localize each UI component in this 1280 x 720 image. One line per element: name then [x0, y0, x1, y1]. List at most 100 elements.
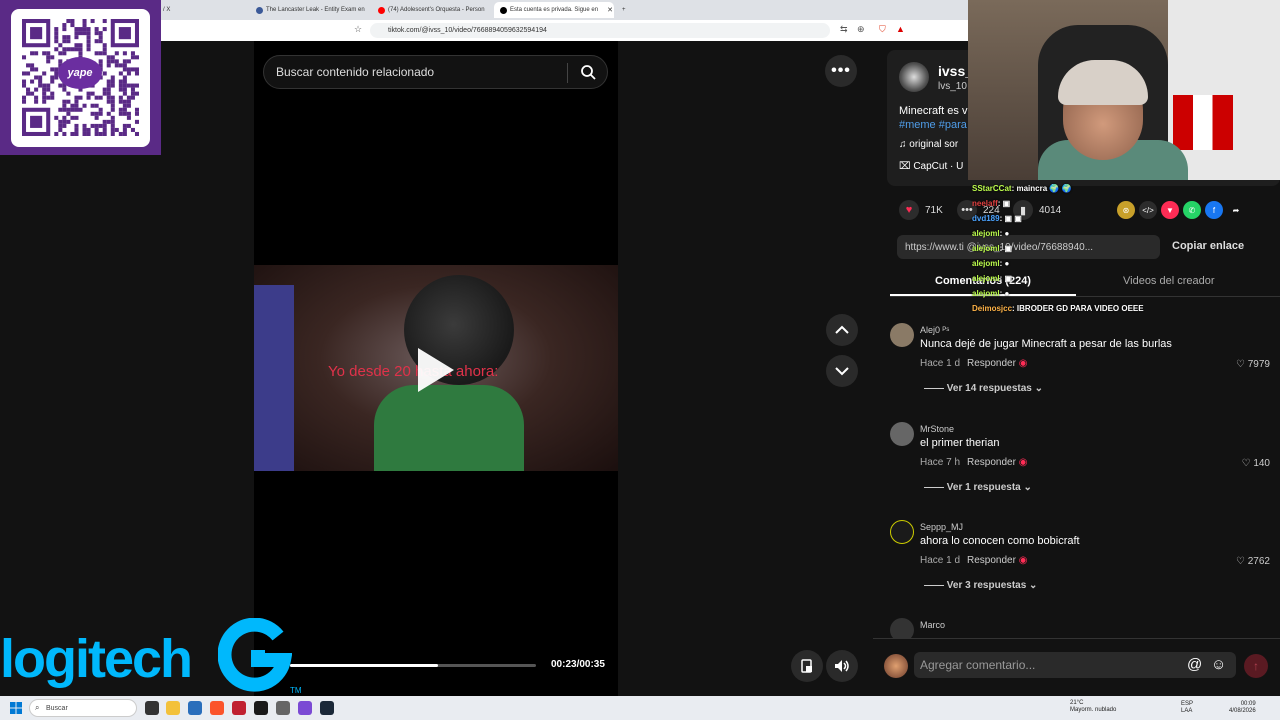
browser-tab[interactable]: u / X: [152, 2, 248, 18]
clock-date: 4/08/2026: [1229, 708, 1256, 714]
next-video-button[interactable]: [826, 355, 858, 387]
comment-likes[interactable]: ♡ 2762: [1236, 556, 1270, 567]
taskbar-search[interactable]: ⌕ Buscar: [29, 699, 137, 717]
video-player[interactable]: Yo desde 20 hasta ahora:: [254, 265, 618, 471]
comment-user[interactable]: MrStone: [920, 424, 954, 434]
alert-icon[interactable]: ▲: [896, 24, 905, 34]
windows-start-icon[interactable]: [10, 702, 22, 714]
brave-icon[interactable]: [210, 701, 224, 715]
related-search-input[interactable]: Buscar contenido relacionado: [263, 55, 608, 89]
user-avatar[interactable]: [884, 654, 908, 678]
logitech-logo: logitech: [0, 629, 193, 689]
browser-tab[interactable]: The Lancaster Leak - Entity Exam en: [250, 2, 368, 18]
comment-item: Alej0 ᴾˢ Nunca dejé de jugar Minecraft a…: [890, 323, 1275, 403]
stream-chat: SStarCCat: maincra 🌍 🌍 neelaff: ▣ dvd189…: [968, 180, 1280, 320]
store-icon[interactable]: [188, 701, 202, 715]
author-handle[interactable]: lvs_10: [938, 81, 967, 92]
clock[interactable]: 00:09 4/08/2026: [1229, 701, 1256, 715]
comment-likes[interactable]: ♡ 140: [1242, 458, 1270, 469]
search-placeholder: Buscar contenido relacionado: [276, 65, 435, 79]
chat-user: alejoml: [972, 244, 1000, 253]
close-tab-icon[interactable]: ✕: [607, 6, 613, 14]
chat-text: : ▣ ▣: [999, 214, 1022, 223]
previous-video-button[interactable]: [826, 314, 858, 346]
webcam-background: [1168, 0, 1280, 180]
bookmark-icon[interactable]: ☆: [354, 24, 362, 35]
video-time: 00:23/00:35: [551, 659, 605, 670]
tab-title: (74) Adolescent's Orquesta - Person: [388, 7, 485, 13]
capcut-row[interactable]: ⌧ CapCut · U: [899, 161, 963, 172]
like-button[interactable]: ♥ 71K: [899, 200, 943, 220]
author-avatar[interactable]: [899, 62, 929, 92]
qr-overlay: yape: [0, 0, 161, 155]
more-options-button[interactable]: •••: [825, 55, 857, 87]
steam-icon[interactable]: [320, 701, 334, 715]
comment-text: ahora lo conocen como bobicraft: [920, 535, 1080, 547]
app-icon[interactable]: [276, 701, 290, 715]
obs-icon[interactable]: [254, 701, 268, 715]
chat-user: alejoml: [972, 229, 1000, 238]
logitech-g-icon: [218, 618, 292, 692]
discord-icon[interactable]: [298, 701, 312, 715]
reply-button[interactable]: Responder ◉: [967, 457, 1027, 468]
pip-button[interactable]: [791, 650, 823, 682]
file-explorer-icon[interactable]: [166, 701, 180, 715]
reply-label: Responder: [967, 457, 1016, 468]
reply-button[interactable]: Responder ◉: [967, 555, 1027, 566]
view-replies-button[interactable]: —— Ver 1 respuesta ⌄: [924, 482, 1032, 493]
chat-user: dvd189: [972, 214, 1000, 223]
comment-user[interactable]: Marco: [920, 620, 945, 630]
likes-count: 7979: [1247, 359, 1270, 370]
video-description: Minecraft es v: [899, 105, 968, 117]
heart-outline-icon: ♡: [1236, 359, 1248, 370]
avatar[interactable]: [890, 422, 914, 446]
comment-likes[interactable]: ♡ 7979: [1236, 359, 1270, 370]
weather-widget[interactable]: 21°C Mayorm. nublado: [1070, 700, 1116, 714]
browser-tab[interactable]: (74) Adolescent's Orquesta - Person: [372, 2, 492, 18]
language-indicator[interactable]: ESP LAA: [1181, 701, 1193, 715]
avatar[interactable]: [890, 323, 914, 347]
view-replies-button[interactable]: —— Ver 14 respuestas ⌄: [924, 383, 1043, 394]
taskbar-search-label: Buscar: [46, 704, 68, 712]
comment-user[interactable]: Seppp_MJ: [920, 522, 963, 532]
chat-user: alejoml: [972, 259, 1000, 268]
avatar[interactable]: [890, 520, 914, 544]
task-view-icon[interactable]: [145, 701, 159, 715]
app-icon[interactable]: [232, 701, 246, 715]
avatar[interactable]: [890, 618, 914, 638]
comment-text: Nunca dejé de jugar Minecraft a pesar de…: [920, 338, 1172, 350]
reply-button[interactable]: Responder ◉: [967, 358, 1027, 369]
comment-item: MrStone el primer therian Hace 7 h Respo…: [890, 422, 1275, 502]
chat-message: alejoml: ▣: [972, 274, 1012, 283]
chat-user: Deimosjcc: [972, 304, 1013, 313]
replies-label: Ver 1 respuesta ⌄: [946, 482, 1032, 493]
mention-icon[interactable]: @: [1187, 656, 1202, 673]
heart-icon: ♥: [899, 200, 919, 220]
music-row[interactable]: ♫ original sor: [899, 139, 958, 150]
new-tab-button[interactable]: +: [616, 2, 632, 18]
play-icon[interactable]: [418, 348, 454, 392]
creator-liked-icon: ◉: [1018, 358, 1028, 369]
tab-favicon-icon: [256, 6, 263, 14]
hashtags[interactable]: #meme #para: [899, 119, 967, 131]
zoom-icon[interactable]: ⊕: [857, 24, 865, 35]
chat-message: dvd189: ▣ ▣: [972, 214, 1022, 223]
send-comment-button[interactable]: ↑: [1244, 654, 1268, 678]
browser-tab-active[interactable]: Esta cuenta es privada. Sigue en ✕: [494, 2, 614, 18]
chat-text: : maincra 🌍 🌍: [1011, 184, 1072, 193]
emoji-icon[interactable]: ☺: [1211, 656, 1226, 673]
reply-label: Responder: [967, 358, 1016, 369]
chat-message: alejoml: ▣: [972, 244, 1012, 253]
divider: [567, 63, 568, 83]
chat-user: SStarCCat: [972, 184, 1012, 193]
address-bar[interactable]: tiktok.com/@ivss_10/video/76688940596325…: [370, 23, 830, 38]
chat-text: : ●: [999, 289, 1010, 298]
search-icon[interactable]: [580, 64, 596, 83]
brave-shield-icon[interactable]: ⛉: [879, 24, 886, 35]
volume-button[interactable]: [826, 650, 858, 682]
comment-user[interactable]: Alej0 ᴾˢ: [920, 325, 949, 335]
chat-message: Deimosjcc: IBRODER GD PARA VIDEO OEEE: [972, 304, 1144, 313]
tab-title: The Lancaster Leak - Entity Exam en: [266, 7, 365, 13]
view-replies-button[interactable]: —— Ver 3 respuestas ⌄: [924, 580, 1037, 591]
translate-icon[interactable]: ⇆: [840, 24, 848, 35]
